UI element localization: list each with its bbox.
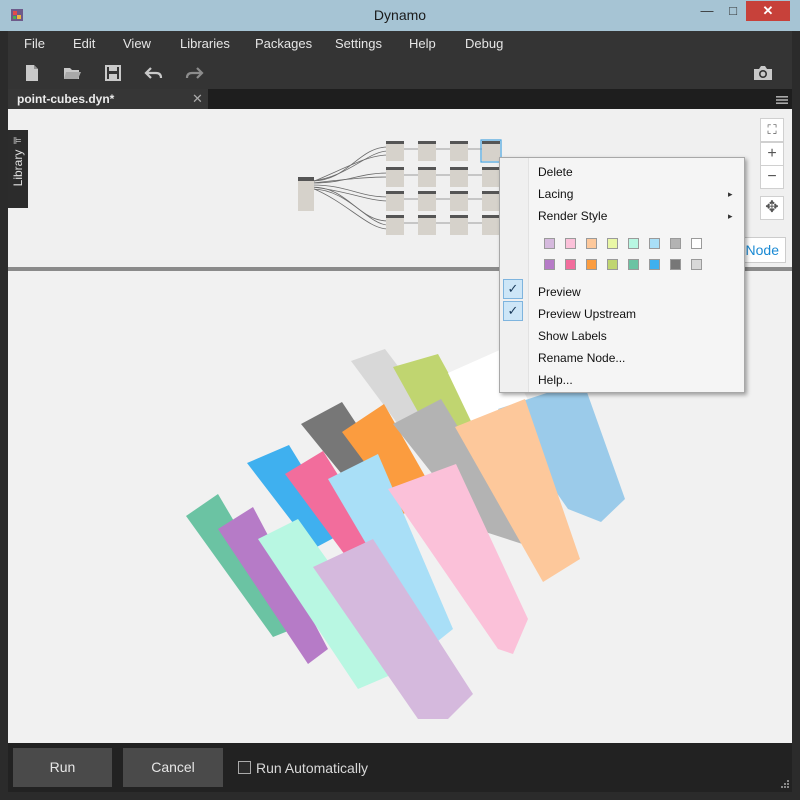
menu-libraries[interactable]: Libraries bbox=[180, 31, 230, 57]
pan-icon: ✥ bbox=[765, 199, 779, 216]
node-graph bbox=[298, 139, 502, 235]
light-swatch-6[interactable] bbox=[649, 238, 660, 249]
tab-close-icon[interactable]: ✕ bbox=[192, 89, 203, 109]
save-icon[interactable] bbox=[103, 63, 123, 83]
maximize-button[interactable]: □ bbox=[720, 1, 746, 21]
close-window-button[interactable]: ✕ bbox=[746, 1, 790, 21]
light-swatch-1[interactable] bbox=[544, 238, 555, 249]
light-swatch-2[interactable] bbox=[565, 238, 576, 249]
dark-swatch-5[interactable] bbox=[628, 259, 639, 270]
camera-icon[interactable] bbox=[752, 63, 772, 83]
dark-swatch-2[interactable] bbox=[565, 259, 576, 270]
menu-item-rename-node[interactable]: Rename Node... bbox=[538, 348, 625, 368]
cancel-button[interactable]: Cancel bbox=[123, 748, 223, 787]
zoom-in-button[interactable]: + bbox=[760, 142, 784, 166]
lacing-submenu-arrow-icon: ▸ bbox=[728, 189, 733, 199]
input-node bbox=[298, 177, 314, 211]
open-folder-icon[interactable] bbox=[62, 63, 82, 83]
menu-item-show-labels[interactable]: Show Labels bbox=[538, 326, 607, 346]
menu-item-help[interactable]: Help... bbox=[538, 370, 573, 390]
menu-debug[interactable]: Debug bbox=[465, 31, 503, 57]
zoom-out-button[interactable]: − bbox=[760, 165, 784, 189]
light-swatch-5[interactable] bbox=[628, 238, 639, 249]
menu-help[interactable]: Help bbox=[409, 31, 436, 57]
light-swatch-4[interactable] bbox=[607, 238, 618, 249]
dark-swatch-8[interactable] bbox=[691, 259, 702, 270]
menu-packages[interactable]: Packages bbox=[255, 31, 312, 57]
menu-file[interactable]: File bbox=[24, 31, 45, 57]
context-menu-gutter bbox=[500, 158, 529, 392]
dark-swatch-6[interactable] bbox=[649, 259, 660, 270]
menu-item-delete[interactable]: Delete bbox=[538, 162, 573, 182]
menu-view[interactable]: View bbox=[123, 31, 151, 57]
library-panel-tab[interactable]: ⊫ Library bbox=[8, 130, 28, 208]
minimize-button[interactable]: — bbox=[694, 1, 720, 21]
run-automatically-checkbox[interactable] bbox=[238, 761, 251, 774]
fit-view-icon: ⛶ bbox=[767, 122, 777, 137]
resize-grip-icon[interactable] bbox=[778, 778, 790, 790]
run-button[interactable]: Run bbox=[13, 748, 112, 787]
dark-swatch-3[interactable] bbox=[586, 259, 597, 270]
menu-item-render-style[interactable]: Render Style bbox=[538, 206, 607, 226]
run-automatically-label: Run Automatically bbox=[256, 760, 369, 776]
toolbar bbox=[8, 57, 792, 89]
preview-upstream-check-icon: ✓ bbox=[503, 301, 523, 321]
zoom-fit-button[interactable]: ⛶ bbox=[760, 118, 784, 142]
menu-settings[interactable]: Settings bbox=[335, 31, 382, 57]
pan-button[interactable]: ✥ bbox=[760, 196, 784, 220]
node-context-menu: Delete Lacing ▸ Render Style ▸ ✓ Preview… bbox=[499, 157, 745, 393]
light-swatch-8[interactable] bbox=[691, 238, 702, 249]
window-title: Dynamo bbox=[373, 7, 427, 23]
undo-icon[interactable] bbox=[144, 63, 164, 83]
menu-item-lacing[interactable]: Lacing bbox=[538, 184, 573, 204]
preview-check-icon: ✓ bbox=[503, 279, 523, 299]
tab-point-cubes[interactable]: point-cubes.dyn* ✕ bbox=[8, 89, 208, 109]
dark-swatch-4[interactable] bbox=[607, 259, 618, 270]
light-swatch-3[interactable] bbox=[586, 238, 597, 249]
tab-list-menu-icon[interactable] bbox=[776, 93, 788, 105]
library-label: Library bbox=[11, 149, 25, 187]
tab-label: point-cubes.dyn* bbox=[17, 92, 115, 106]
menu-item-preview[interactable]: Preview bbox=[538, 282, 581, 302]
render-style-submenu-arrow-icon: ▸ bbox=[728, 211, 733, 221]
menu-edit[interactable]: Edit bbox=[73, 31, 95, 57]
new-file-icon[interactable] bbox=[22, 63, 42, 83]
dark-swatch-1[interactable] bbox=[544, 259, 555, 270]
menu-bar: File Edit View Libraries Packages Settin… bbox=[8, 31, 792, 57]
dark-swatch-7[interactable] bbox=[670, 259, 681, 270]
redo-icon[interactable] bbox=[184, 63, 204, 83]
menu-item-preview-upstream[interactable]: Preview Upstream bbox=[538, 304, 636, 324]
light-swatch-7[interactable] bbox=[670, 238, 681, 249]
